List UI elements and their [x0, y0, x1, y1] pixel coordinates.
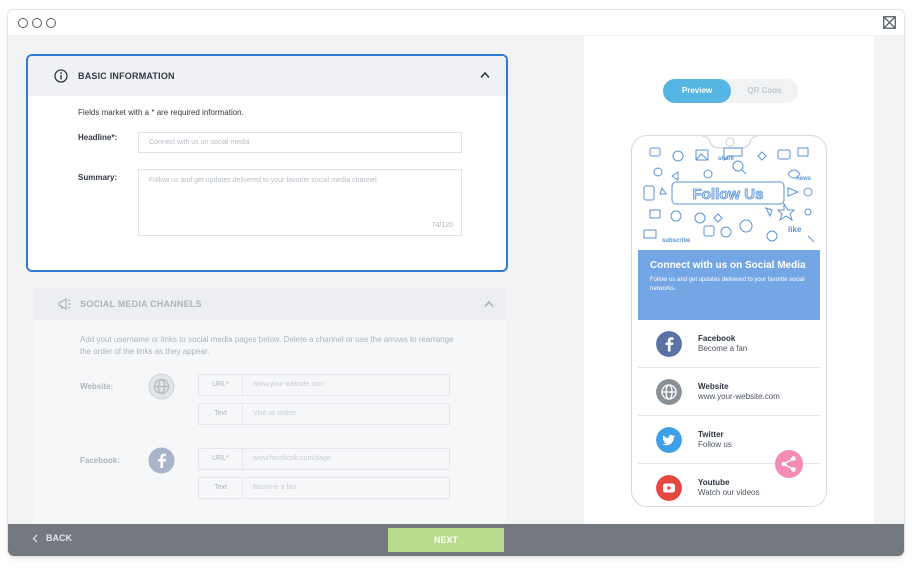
banner-title: Connect with us on Social Media: [650, 260, 806, 271]
tab-preview[interactable]: Preview: [663, 79, 731, 103]
info-icon: [54, 69, 68, 83]
facebook-url-placeholder: www.facebook.com/page: [253, 455, 331, 462]
window-titlebar: [8, 10, 904, 36]
chevron-left-icon: [32, 534, 38, 543]
summary-placeholder: Follow us and get updates delivered to y…: [149, 177, 379, 184]
basic-information-header[interactable]: BASIC INFORMATION: [28, 56, 506, 96]
chevron-up-icon[interactable]: [480, 71, 490, 79]
channel-subtitle: www.your-website.com: [698, 392, 780, 401]
website-label: Website:: [80, 382, 114, 391]
preview-tabs: Preview QR Code: [663, 79, 798, 103]
chevron-up-icon[interactable]: [484, 300, 494, 308]
editor-pane: BASIC INFORMATION Fields market with a *…: [8, 36, 584, 524]
twitter-icon: [656, 427, 682, 453]
channel-name: Facebook: [698, 334, 736, 343]
banner-subtitle: Follow us and get updates delivered to y…: [650, 277, 805, 292]
website-text-input[interactable]: Text Visit us online: [198, 403, 450, 425]
website-text-prefix: Text: [199, 404, 243, 424]
website-text-placeholder: Visit us online: [253, 410, 297, 417]
close-icon[interactable]: [883, 16, 896, 29]
channels-description: Add yout username or links to social med…: [80, 335, 454, 356]
youtube-icon: [656, 475, 682, 501]
facebook-text-input[interactable]: Text Become a fan: [198, 477, 450, 499]
basic-information-card: BASIC INFORMATION Fields market with a *…: [26, 54, 508, 272]
headline-input[interactable]: Connect with us on social media: [138, 132, 462, 153]
window-dot-icon[interactable]: [46, 18, 56, 28]
facebook-text-placeholder: Become a fan: [253, 484, 297, 491]
next-button[interactable]: NEXT: [388, 528, 504, 552]
social-media-channels-title: SOCIAL MEDIA CHANNELS: [80, 299, 202, 309]
channel-row-website[interactable]: Website www.your-website.com: [638, 368, 820, 416]
hero-word-news: news: [796, 176, 812, 182]
window-dot-icon[interactable]: [18, 18, 28, 28]
headline-label: Headline*:: [78, 133, 118, 142]
megaphone-icon: [58, 297, 71, 311]
channel-subtitle: Become a fan: [698, 344, 748, 353]
required-note: Fields market with a * are required info…: [78, 108, 244, 117]
back-label: BACK: [46, 533, 72, 543]
phone-mockup: Follow Us share news like subscribe Conn…: [631, 135, 827, 507]
facebook-icon: [148, 447, 175, 474]
app-window: BASIC INFORMATION Fields market with a *…: [8, 10, 904, 556]
facebook-text-prefix: Text: [199, 478, 243, 498]
website-url-prefix: URL*: [199, 375, 243, 395]
character-count: 74/120: [431, 222, 453, 229]
window-dot-icon[interactable]: [32, 18, 42, 28]
website-url-placeholder: www.your-website.com: [253, 381, 325, 388]
channel-subtitle: Follow us: [698, 440, 732, 449]
channel-name: Youtube: [698, 478, 730, 487]
globe-icon: [656, 379, 682, 405]
social-media-channels-header[interactable]: SOCIAL MEDIA CHANNELS: [34, 288, 506, 320]
preview-banner: Connect with us on Social Media Follow u…: [638, 250, 820, 320]
social-doodle-illustration: Follow Us share news like subscribe: [643, 147, 815, 244]
facebook-url-input[interactable]: URL* www.facebook.com/page: [198, 448, 450, 470]
basic-information-title: BASIC INFORMATION: [78, 71, 175, 81]
channel-subtitle: Watch our videos: [698, 488, 760, 497]
preview-pane: Preview QR Code Follow Us share news lik…: [584, 36, 874, 524]
wizard-footer: BACK NEXT: [8, 524, 904, 556]
headline-placeholder: Connect with us on social media: [149, 139, 250, 146]
hero-word-like: like: [788, 225, 802, 234]
globe-icon: [148, 373, 175, 400]
facebook-icon: [656, 331, 682, 357]
hero-word-subscribe: subscribe: [662, 238, 691, 244]
channel-name: Twitter: [698, 430, 724, 439]
right-gutter: [874, 36, 904, 524]
tab-qr-code[interactable]: QR Code: [731, 79, 798, 103]
share-icon[interactable]: [775, 450, 803, 478]
channel-name: Website: [698, 382, 729, 391]
website-url-input[interactable]: URL* www.your-website.com: [198, 374, 450, 396]
channel-row-facebook[interactable]: Facebook Become a fan: [638, 320, 820, 368]
hero-word-share: share: [718, 156, 735, 162]
social-media-channels-card: SOCIAL MEDIA CHANNELS Add yout username …: [34, 288, 506, 524]
facebook-url-prefix: URL*: [199, 449, 243, 469]
summary-textarea[interactable]: Follow us and get updates delivered to y…: [138, 169, 462, 236]
summary-label: Summary:: [78, 173, 118, 182]
hero-title: Follow Us: [693, 186, 764, 203]
facebook-label: Facebook:: [80, 456, 121, 465]
